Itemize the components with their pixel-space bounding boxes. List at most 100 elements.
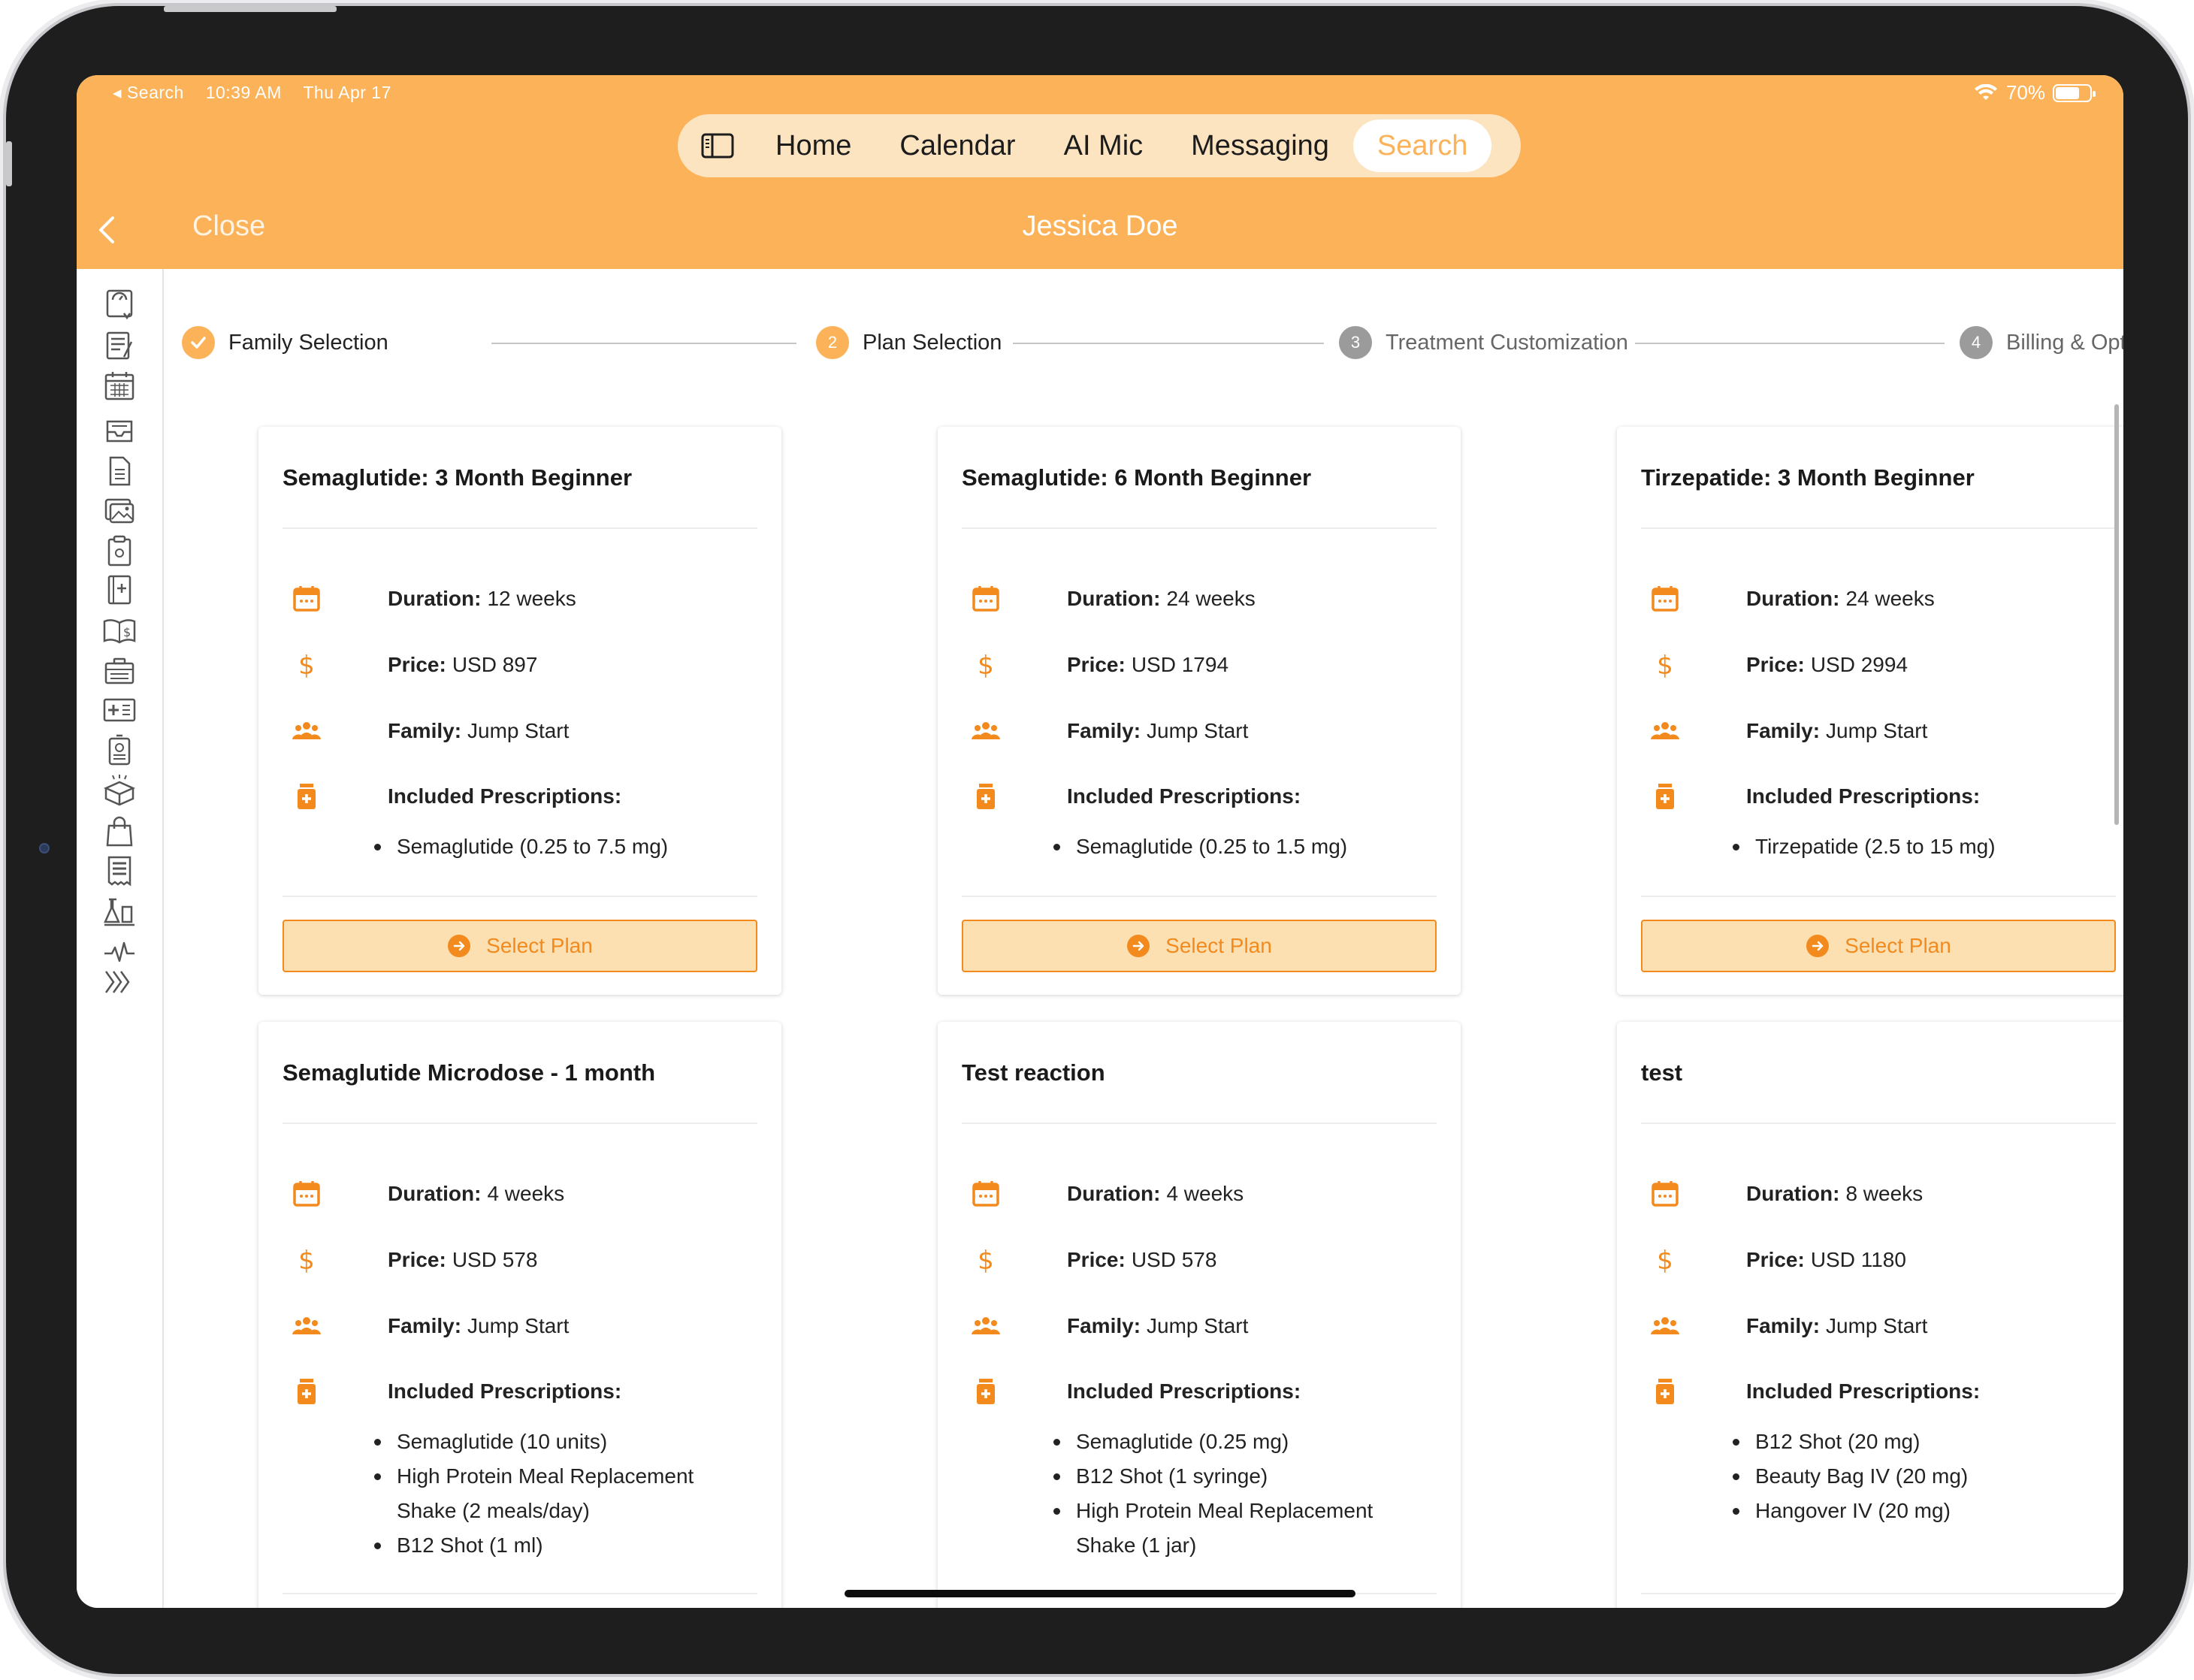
check-icon [182, 326, 215, 359]
price-label: Price: [1067, 1248, 1126, 1271]
price-label: Price: [388, 1248, 446, 1271]
duration-value: 12 weeks [487, 587, 576, 610]
prescription-list: Semaglutide (0.25 mg) B12 Shot (1 syringe… [1052, 1425, 1431, 1563]
select-plan-button[interactable]: Select Plan [283, 920, 757, 972]
top-navigation: Home Calendar AI Mic Messaging Search [678, 114, 1521, 177]
duration-value: 24 weeks [1166, 587, 1256, 610]
nav-home[interactable]: Home [751, 119, 875, 172]
plan-card: Test reaction Duration: 4 weeks $ Price:… [938, 1022, 1461, 1608]
family-row: Family: Jump Start [1641, 1307, 2116, 1345]
calendar-icon [284, 1175, 329, 1213]
sidebar-item-shopping-bag[interactable] [99, 811, 140, 852]
scrollbar[interactable] [2114, 404, 2119, 825]
step-plan-selection[interactable]: 2 Plan Selection [816, 326, 1002, 359]
calendar-icon [963, 580, 1008, 618]
select-plan-label: Select Plan [1845, 934, 1951, 957]
dollar-icon: $ [1642, 1241, 1688, 1279]
battery-level [2056, 86, 2079, 99]
step-treatment-customization[interactable]: 3 Treatment Customization [1339, 326, 1628, 359]
sidebar-item-badge[interactable] [99, 730, 140, 771]
duration-value: 4 weeks [487, 1182, 565, 1205]
duration-row: Duration: 24 weeks [962, 580, 1437, 618]
sidebar-item-scale[interactable] [99, 284, 140, 325]
select-plan-button[interactable]: Select Plan [962, 920, 1437, 972]
dollar-icon: $ [963, 646, 1008, 684]
calendar-icon [963, 1175, 1008, 1213]
card-divider [962, 1123, 1437, 1124]
sidebar-item-photos[interactable] [99, 490, 140, 530]
sidebar-toggle-button[interactable] [684, 119, 751, 172]
patient-name-title: Jessica Doe [1022, 210, 1178, 242]
expand-icon [104, 971, 130, 993]
prescription-item: Semaglutide (10 units) [373, 1425, 751, 1459]
nav-calendar[interactable]: Calendar [875, 119, 1039, 172]
sidebar-item-box[interactable] [99, 771, 140, 811]
price-label: Price: [1067, 653, 1126, 676]
duration-label: Duration: [1746, 1182, 1840, 1205]
sidebar-item-briefcase[interactable] [99, 651, 140, 691]
sidebar-item-receipt[interactable] [99, 851, 140, 891]
prescriptions-row: Included Prescriptions: [1641, 778, 2116, 815]
duration-row: Duration: 4 weeks [962, 1175, 1437, 1213]
inbox-icon [106, 420, 133, 443]
calendar-icon [104, 372, 134, 400]
family-value: Jump Start [1826, 719, 1928, 742]
notes-icon [106, 331, 133, 360]
nav-search[interactable]: Search [1352, 119, 1492, 172]
card-divider [283, 896, 757, 897]
step-label: Treatment Customization [1386, 330, 1628, 355]
prescription-item: Tirzepatide (2.5 to 15 mg) [1731, 829, 2110, 864]
family-label: Family: [388, 1314, 462, 1337]
wifi-icon [1974, 83, 1997, 100]
prescriptions-label: Included Prescriptions: [1746, 1379, 1981, 1403]
calendar-icon [284, 580, 329, 618]
prescription-item: Semaglutide (0.25 to 1.5 mg) [1052, 829, 1431, 864]
sidebar-item-notes[interactable] [99, 325, 140, 365]
receipt-icon [107, 856, 131, 887]
prescriptions-row: Included Prescriptions: [283, 778, 757, 815]
card-divider [1641, 1123, 2116, 1124]
sidebar-expand-button[interactable] [99, 962, 140, 1002]
sidebar-item-lab[interactable] [99, 891, 140, 932]
home-indicator[interactable] [845, 1590, 1355, 1597]
duration-label: Duration: [1067, 587, 1161, 610]
prescriptions-label: Included Prescriptions: [1746, 784, 1981, 808]
duration-label: Duration: [1067, 1182, 1161, 1205]
family-value: Jump Start [467, 719, 570, 742]
prescription-item: Semaglutide (0.25 to 7.5 mg) [373, 829, 751, 864]
prescription-list: B12 Shot (20 mg) Beauty Bag IV (20 mg) Han… [1731, 1425, 2110, 1528]
family-row: Family: Jump Start [1641, 712, 2116, 750]
sidebar-item-billing-book[interactable]: $ [99, 610, 140, 651]
step-label: Billing & Options [2006, 330, 2123, 355]
step-family-selection[interactable]: Family Selection [182, 326, 388, 359]
sidebar-item-clipboard[interactable] [99, 530, 140, 571]
card-divider [1641, 527, 2116, 529]
card-divider [962, 896, 1437, 897]
plan-title: Test reaction [962, 1059, 1105, 1086]
step-connector [1635, 343, 1945, 344]
arrow-circle-icon [448, 935, 471, 957]
prescriptions-row: Included Prescriptions: [283, 1373, 757, 1410]
card-divider [283, 1123, 757, 1124]
back-to-app-link[interactable]: ◂ Search [113, 83, 184, 102]
nav-ai-mic[interactable]: AI Mic [1040, 119, 1168, 172]
select-plan-button[interactable]: Select Plan [1641, 920, 2116, 972]
medication-icon [963, 1373, 1008, 1410]
sidebar-item-medical-book[interactable] [99, 570, 140, 610]
duration-row: Duration: 24 weeks [1641, 580, 2116, 618]
sidebar-item-inbox[interactable] [99, 410, 140, 451]
group-icon [284, 1307, 329, 1345]
prescription-list: Semaglutide (0.25 to 1.5 mg) [1052, 829, 1431, 864]
sidebar-item-calendar[interactable] [99, 365, 140, 406]
arrow-circle-icon [1127, 935, 1150, 957]
badge-icon [108, 734, 131, 766]
plan-selection-content: Family Selection 2 Plan Selection 3 Trea… [164, 269, 2123, 1608]
prescription-item: Beauty Bag IV (20 mg) [1731, 1459, 2110, 1494]
svg-text:$: $ [123, 625, 131, 639]
sidebar-item-document[interactable] [99, 451, 140, 491]
prescription-list: Semaglutide (10 units) High Protein Meal … [373, 1425, 751, 1563]
sidebar-item-id-card[interactable] [99, 690, 140, 730]
box-icon [103, 775, 136, 806]
step-billing-options[interactable]: 4 Billing & Options [1960, 326, 2123, 359]
nav-messaging[interactable]: Messaging [1167, 119, 1353, 172]
